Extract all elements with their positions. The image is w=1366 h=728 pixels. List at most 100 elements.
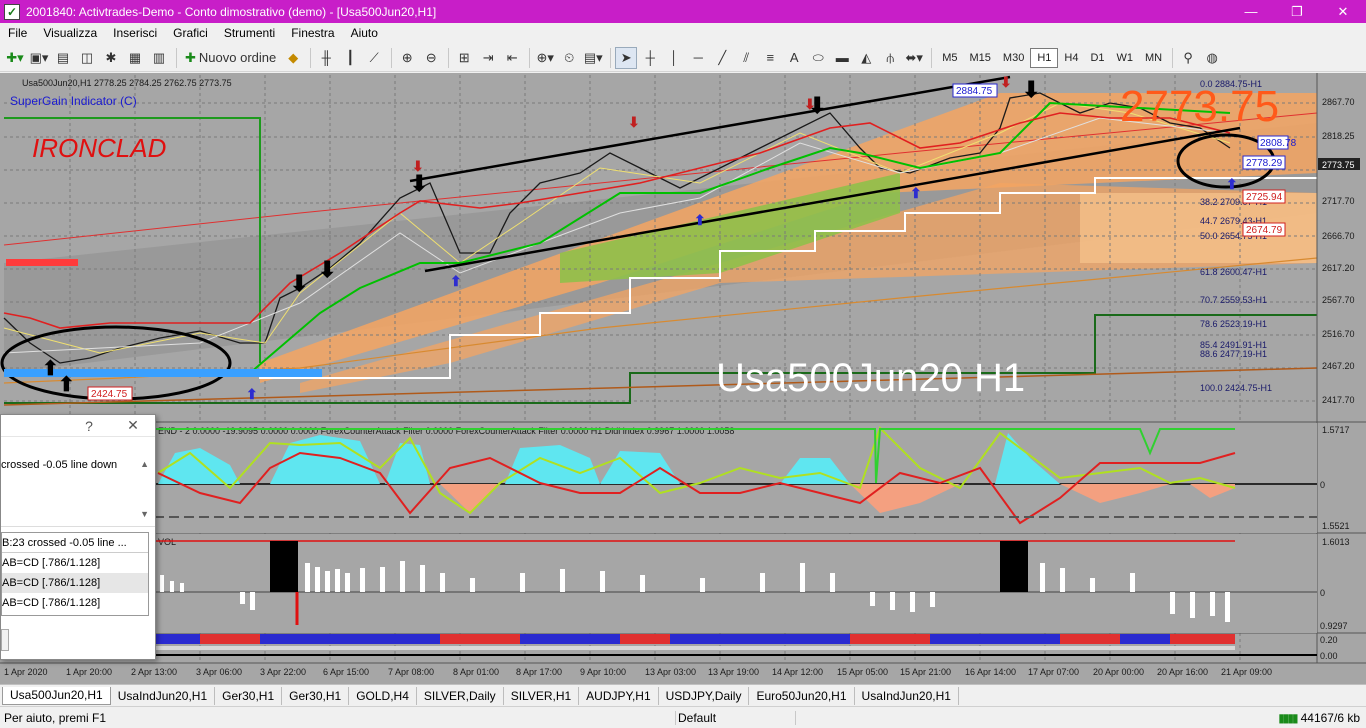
chart-tab[interactable]: USDJPY,Daily <box>659 686 750 705</box>
alert-dialog: ? ✕ crossed -0.05 line down ▲ ▼ B:23 cro… <box>0 414 156 660</box>
data-window-icon[interactable]: ◫ <box>76 47 98 69</box>
navigator-icon[interactable]: ✱ <box>100 47 122 69</box>
text-icon[interactable]: A <box>783 47 805 69</box>
community-icon[interactable]: ◍ <box>1201 47 1223 69</box>
indicators-icon[interactable]: ⊕▾ <box>534 47 556 69</box>
tester-icon[interactable]: ▥ <box>148 47 170 69</box>
templates-icon[interactable]: ▤▾ <box>582 47 604 69</box>
chart-tab[interactable]: SILVER,Daily <box>417 686 504 705</box>
autotrading-icon[interactable]: ◆ <box>282 47 304 69</box>
chart-tab[interactable]: Ger30,H1 <box>282 686 350 705</box>
sub1-axis-label: 0 <box>1320 480 1325 490</box>
chart-tab[interactable]: Ger30,H1 <box>215 686 283 705</box>
time-axis-label: 20 Apr 16:00 <box>1157 667 1208 677</box>
tile-windows-icon[interactable]: ⊞ <box>453 47 475 69</box>
connection-bars-icon: ▮▮▮▮ <box>1278 710 1298 725</box>
timeframe-d1[interactable]: D1 <box>1084 48 1110 68</box>
timeframe-mn[interactable]: MN <box>1139 48 1168 68</box>
chart-tab[interactable]: SILVER,H1 <box>504 686 580 705</box>
chart-tab[interactable]: AUDJPY,H1 <box>579 686 659 705</box>
minimize-button[interactable]: — <box>1228 0 1274 23</box>
close-button[interactable]: ✕ <box>1320 0 1366 23</box>
fibo-icon[interactable]: ≡ <box>759 47 781 69</box>
menu-view[interactable]: Visualizza <box>35 26 105 40</box>
periods-icon[interactable]: ⏲ <box>558 47 580 69</box>
objects-icon[interactable]: ⬌▾ <box>903 47 925 69</box>
line-chart-icon[interactable]: ⟋ <box>363 47 385 69</box>
crosshair-icon[interactable]: ┼ <box>639 47 661 69</box>
candle-chart-icon[interactable]: ┃ <box>339 47 361 69</box>
new-order-button[interactable]: ✚ Nuovo ordine <box>181 47 280 69</box>
help-icon[interactable]: ? <box>67 418 111 434</box>
channel-icon[interactable]: ⫽ <box>735 47 757 69</box>
connection-status[interactable]: ▮▮▮▮ 44167/6 kb <box>1278 711 1366 725</box>
rectangle-icon[interactable]: ▬ <box>831 47 853 69</box>
timeframe-m30[interactable]: M30 <box>997 48 1030 68</box>
list-item[interactable]: AB=CD [.786/1.128] <box>2 593 148 613</box>
time-axis-label: 17 Apr 07:00 <box>1028 667 1079 677</box>
title-bar: ✓ 2001840: Activtrades-Demo - Conto dimo… <box>0 0 1366 23</box>
fib-level: 61.8 2600.47-H1 <box>1200 267 1267 277</box>
sub2-axis-label: 0.20 <box>1320 635 1338 645</box>
timeframe-m5[interactable]: M5 <box>936 48 963 68</box>
market-watch-icon[interactable]: ▤ <box>52 47 74 69</box>
trendline-icon[interactable]: ╱ <box>711 47 733 69</box>
timeframe-h4[interactable]: H4 <box>1058 48 1084 68</box>
vertical-line-icon[interactable]: │ <box>663 47 685 69</box>
time-axis-label: 13 Apr 19:00 <box>708 667 759 677</box>
timeframe-m15[interactable]: M15 <box>964 48 997 68</box>
chart-tab[interactable]: UsaIndJun20,H1 <box>855 686 959 705</box>
time-axis-label: 16 Apr 14:00 <box>965 667 1016 677</box>
dialog-button[interactable] <box>1 629 9 651</box>
horizontal-line-icon[interactable]: ─ <box>687 47 709 69</box>
menu-file[interactable]: File <box>0 26 35 40</box>
chart-window[interactable]: ⬇ ⬇ ⬇ ⬇ ⬇ ⬆ ⬆ ⬆ ⬆ ⬆ ⬆ ⬆ ⬇ ⬇ ⬇ ⬇ 0.0 2884.75-… <box>0 73 1366 684</box>
list-item[interactable]: AB=CD [.786/1.128] <box>2 553 148 573</box>
autoscroll-icon[interactable]: ⇥ <box>477 47 499 69</box>
chart-tab[interactable]: Euro50Jun20,H1 <box>749 686 855 705</box>
scroll-down-icon[interactable]: ▼ <box>140 509 149 519</box>
svg-text:⬇: ⬇ <box>318 257 336 282</box>
pitchfork-icon[interactable]: ⫛ <box>879 47 901 69</box>
menu-charts[interactable]: Grafici <box>165 26 216 40</box>
bar-chart-icon[interactable]: ╫ <box>315 47 337 69</box>
chart-canvas[interactable]: ⬇ ⬇ ⬇ ⬇ ⬇ ⬆ ⬆ ⬆⬆ ⬆⬆ ⬆ ⬇⬇ ⬇⬇ 0.0 2884.75-… <box>0 73 1366 684</box>
zoom-out-icon[interactable]: ⊖ <box>420 47 442 69</box>
chart-tab[interactable]: Usa500Jun20,H1 <box>2 686 111 705</box>
profiles-icon[interactable]: ▣▾ <box>28 47 50 69</box>
sub1-axis-label: 1.5717 <box>1322 425 1350 435</box>
timeframe-h1[interactable]: H1 <box>1030 47 1059 68</box>
list-item[interactable]: B:23 crossed -0.05 line ... <box>2 533 148 553</box>
subwindow2-header: VOL <box>158 537 176 547</box>
new-chart-icon[interactable]: ✚▾ <box>4 47 26 69</box>
chart-shift-icon[interactable]: ⇤ <box>501 47 523 69</box>
menu-insert[interactable]: Inserisci <box>105 26 165 40</box>
restore-button[interactable]: ❐ <box>1274 0 1320 23</box>
menu-help[interactable]: Aiuto <box>343 26 386 40</box>
search-icon[interactable]: ⚲ <box>1177 47 1199 69</box>
current-price-tag: 2773.75 <box>1322 160 1355 170</box>
triangle-icon[interactable]: ◭ <box>855 47 877 69</box>
timeframe-w1[interactable]: W1 <box>1111 48 1140 68</box>
zoom-in-icon[interactable]: ⊕ <box>396 47 418 69</box>
menu-window[interactable]: Finestra <box>283 26 342 40</box>
chart-tab[interactable]: UsaIndJun20,H1 <box>111 686 216 705</box>
alert-list[interactable]: B:23 crossed -0.05 line ... AB=CD [.786/… <box>1 532 149 616</box>
time-axis-label: 3 Apr 06:00 <box>196 667 242 677</box>
sub2-axis-label: 0 <box>1320 588 1325 598</box>
time-axis-label: 1 Apr 2020 <box>4 667 48 677</box>
chart-tabs: Usa500Jun20,H1 UsaIndJun20,H1 Ger30,H1 G… <box>0 684 1366 706</box>
ellipse-icon[interactable]: ⬭ <box>807 47 829 69</box>
menu-tools[interactable]: Strumenti <box>216 26 283 40</box>
price-label: 2884.75 <box>956 86 993 97</box>
scroll-up-icon[interactable]: ▲ <box>140 459 149 469</box>
dialog-close-icon[interactable]: ✕ <box>111 417 155 434</box>
list-item[interactable]: AB=CD [.786/1.128] <box>2 573 148 593</box>
svg-text:⬇: ⬇ <box>804 96 816 112</box>
sub1-axis-label: 1.5521 <box>1322 521 1350 531</box>
chart-tab[interactable]: GOLD,H4 <box>349 686 417 705</box>
svg-text:⬇: ⬇ <box>628 114 640 130</box>
cursor-icon[interactable]: ➤ <box>615 46 638 69</box>
terminal-icon[interactable]: ▦ <box>124 47 146 69</box>
svg-text:⬇: ⬇ <box>1022 77 1040 102</box>
